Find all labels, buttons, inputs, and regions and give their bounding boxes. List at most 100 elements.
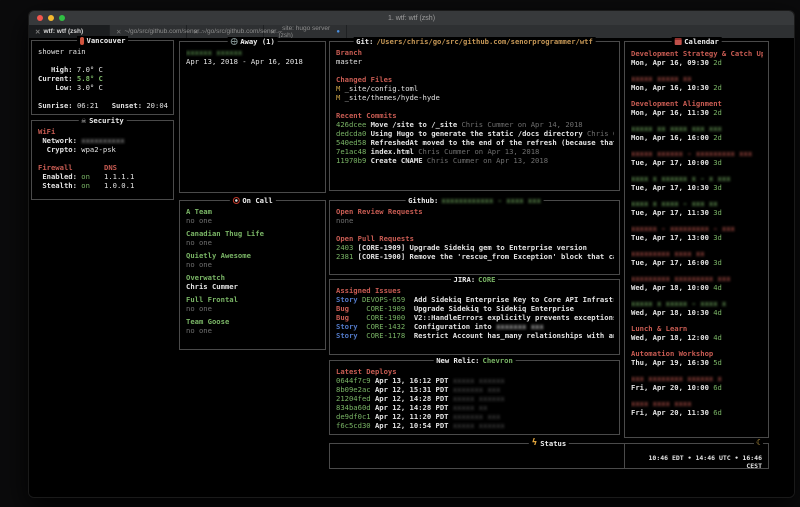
- panel-title: Vancouver: [87, 36, 126, 45]
- calendar-event: xxxxxx - xxxxxxxxx - xxxTue, Apr 17, 13:…: [631, 224, 763, 242]
- close-tab-icon[interactable]: ✕: [116, 28, 121, 36]
- calendar-event: xxxxx xxxxx xxMon, Apr 16, 10:302d: [631, 74, 763, 92]
- github-repo: xxxxxxxxxxxx - xxxx xxx: [441, 196, 541, 205]
- assigned-issues-header: Assigned Issues: [336, 286, 401, 295]
- away-person: xxxxxx xxxxxx: [186, 48, 242, 57]
- titlebar: 1. wtf: wtf (zsh): [29, 11, 794, 25]
- changed-file-row: M_site/config.toml: [336, 84, 614, 93]
- enabled-label: Enabled:: [38, 172, 77, 181]
- stealth-label: Stealth:: [38, 181, 77, 190]
- calendar-event: Lunch & LearnWed, Apr 18, 12:004d: [631, 324, 763, 342]
- oncall-team: Quietly Awesomeno one: [186, 251, 320, 269]
- calendar-event: xxxxx xx xxxx xxx xxxMon, Apr 16, 16:002…: [631, 124, 763, 142]
- git-panel: Git:/Users/chris/go/src/github.com/senor…: [329, 41, 620, 191]
- away-dates: Apr 13, 2018 - Apr 16, 2018: [186, 57, 303, 66]
- pull-request-row: 2381[CORE-1900] Remove the 'rescue_from …: [336, 252, 614, 261]
- crypto-value: wpa2-psk: [81, 145, 116, 154]
- commit-row: dedcda0Using Hugo to generate the static…: [336, 129, 614, 138]
- wifi-header: WiFi: [38, 127, 55, 136]
- commit-row: 11970b9Create CNAMEChris Cummer on Apr 1…: [336, 156, 614, 165]
- deploy-row: 834ba60dApr 12, 14:28 PDTxxxxx xx: [336, 403, 614, 412]
- calendar-event: xxxxxxxxx xxxx xxTue, Apr 17, 16:003d: [631, 249, 763, 267]
- high-label: High:: [38, 65, 73, 74]
- globe-icon: [230, 38, 237, 45]
- network-label: Network:: [38, 136, 77, 145]
- deploy-row: 8b09e2acApr 12, 15:31 PDTxxxxxxx xxx: [336, 385, 614, 394]
- calendar-event: xxx xxxxxxxx xxxxxx xFri, Apr 20, 10:006…: [631, 374, 763, 392]
- close-tab-icon[interactable]: ✕: [35, 28, 40, 36]
- jira-issue-row: StoryCORE-1178Restrict Account has_many …: [336, 331, 614, 340]
- changed-file-row: M_site/themes/hyde-hyde: [336, 93, 614, 102]
- window-title: 1. wtf: wtf (zsh): [29, 15, 794, 22]
- tab-label: wtf: wtf (zsh): [43, 28, 83, 35]
- commit-row: 540ed58RefreshedAt moved to the end of t…: [336, 138, 614, 147]
- fencer-icon: ☠: [81, 117, 86, 125]
- newrelic-panel: New Relic:Chevron Latest Deploys 0644f7c…: [329, 360, 620, 435]
- calendar-event: xxxx xxxx xxxxFri, Apr 20, 11:306d: [631, 399, 763, 417]
- calendar-event: xxxxxxxxx xxxxxxxxx xxxWed, Apr 18, 10:0…: [631, 274, 763, 292]
- branch-name: master: [336, 57, 362, 66]
- git-repo-path: /Users/chris/go/src/github.com/senorprog…: [376, 37, 592, 46]
- zoom-window-button[interactable]: [59, 15, 65, 21]
- panel-title: Security: [89, 116, 124, 125]
- current-label: Current:: [38, 74, 73, 83]
- terminal-window: 1. wtf: wtf (zsh) ✕ wtf: wtf (zsh) ✕ ~/g…: [28, 10, 795, 498]
- moon-icon: ☾: [756, 439, 761, 447]
- jira-project: CORE: [478, 275, 495, 284]
- close-tab-icon[interactable]: ✕: [193, 28, 198, 36]
- lightning-icon: ϟ: [532, 439, 537, 448]
- changed-files-header: Changed Files: [336, 75, 392, 84]
- oncall-team: Canadian Thug Lifeno one: [186, 229, 320, 247]
- newrelic-app: Chevron: [482, 356, 512, 365]
- weather-panel: Vancouver shower rain High:7.0° C Curren…: [31, 40, 174, 115]
- low-value: 3.0° C: [77, 83, 103, 92]
- jira-issue-row: BugCORE-1900V2::HandleErrors explicitly …: [336, 313, 614, 322]
- tab-label: _site: hugo server (zsh): [278, 25, 333, 39]
- calendar-panel: Calendar Development Strategy & Catch Up…: [624, 41, 769, 438]
- minimize-window-button[interactable]: [48, 15, 54, 21]
- panel-title: Away (1): [240, 37, 275, 46]
- calendar-event: xxxx x xxxx - xxx xxTue, Apr 17, 11:303d: [631, 199, 763, 217]
- review-requests-header: Open Review Requests: [336, 207, 423, 216]
- commit-row: 7e1ac48index.htmlChris Cummer on Apr 13,…: [336, 147, 614, 156]
- calendar-event: Development AlignmentMon, Apr 16, 11:302…: [631, 99, 763, 117]
- sunset: Sunset: 20:04: [112, 101, 168, 110]
- panel-title: On Call: [242, 196, 272, 205]
- dns-header: DNS: [104, 163, 117, 172]
- security-panel: ☠Security WiFi Network:xxxxxxxxxx Crypto…: [31, 120, 174, 200]
- deploy-row: 0644f7c9Apr 13, 16:12 PDTxxxxx xxxxxx: [336, 376, 614, 385]
- jira-issue-row: BugCORE-1909Upgrade Sidekiq to Sidekiq E…: [336, 304, 614, 313]
- calendar-event: xxxxx x xxxxx - xxxx xWed, Apr 18, 10:30…: [631, 299, 763, 317]
- stealth-value: on: [81, 181, 90, 190]
- high-value: 7.0° C: [77, 65, 103, 74]
- current-value: 5.8° C: [77, 74, 103, 83]
- panel-title: JIRA:: [454, 275, 476, 284]
- pull-request-row: 2403[CORE-1909] Upgrade Sidekiq gem to E…: [336, 243, 614, 252]
- review-requests-none: none: [336, 216, 353, 225]
- oncall-team: A Teamno one: [186, 207, 320, 225]
- panel-title: Status: [540, 439, 566, 448]
- jira-issue-row: StoryDEVOPS-659Add Sidekiq Enterprise Ke…: [336, 295, 614, 304]
- oncall-panel: On Call A Teamno one Canadian Thug Lifen…: [179, 200, 326, 350]
- close-tab-icon[interactable]: ✕: [270, 28, 275, 36]
- firewall-header: Firewall: [38, 163, 73, 172]
- tab-activity-icon: ●: [336, 29, 340, 35]
- panel-title: New Relic:: [436, 356, 479, 365]
- latest-deploys-header: Latest Deploys: [336, 367, 397, 376]
- world-clocks: 10:46 EDT • 14:46 UTC • 16:46 CEST: [649, 454, 763, 470]
- branch-header: Branch: [336, 48, 362, 57]
- clocks-panel: ☾ 10:46 EDT • 14:46 UTC • 16:46 CEST: [624, 443, 769, 469]
- away-panel: Away (1) xxxxxx xxxxxx Apr 13, 2018 - Ap…: [179, 41, 326, 193]
- jira-panel: JIRA:CORE Assigned Issues StoryDEVOPS-65…: [329, 279, 620, 355]
- calendar-icon: [674, 38, 681, 45]
- traffic-lights: [37, 15, 65, 21]
- recent-commits-header: Recent Commits: [336, 111, 397, 120]
- panel-title: Git:: [356, 37, 373, 46]
- close-window-button[interactable]: [37, 15, 43, 21]
- commit-row: 426dceeMove /site to /_siteChris Cummer …: [336, 120, 614, 129]
- network-value: xxxxxxxxxx: [81, 136, 124, 145]
- calendar-event: xxxx x xxxxxx x - x xxxTue, Apr 17, 10:3…: [631, 174, 763, 192]
- crypto-label: Crypto:: [38, 145, 77, 154]
- dns-secondary: 1.0.0.1: [104, 181, 134, 190]
- panel-title: Github:: [408, 196, 438, 205]
